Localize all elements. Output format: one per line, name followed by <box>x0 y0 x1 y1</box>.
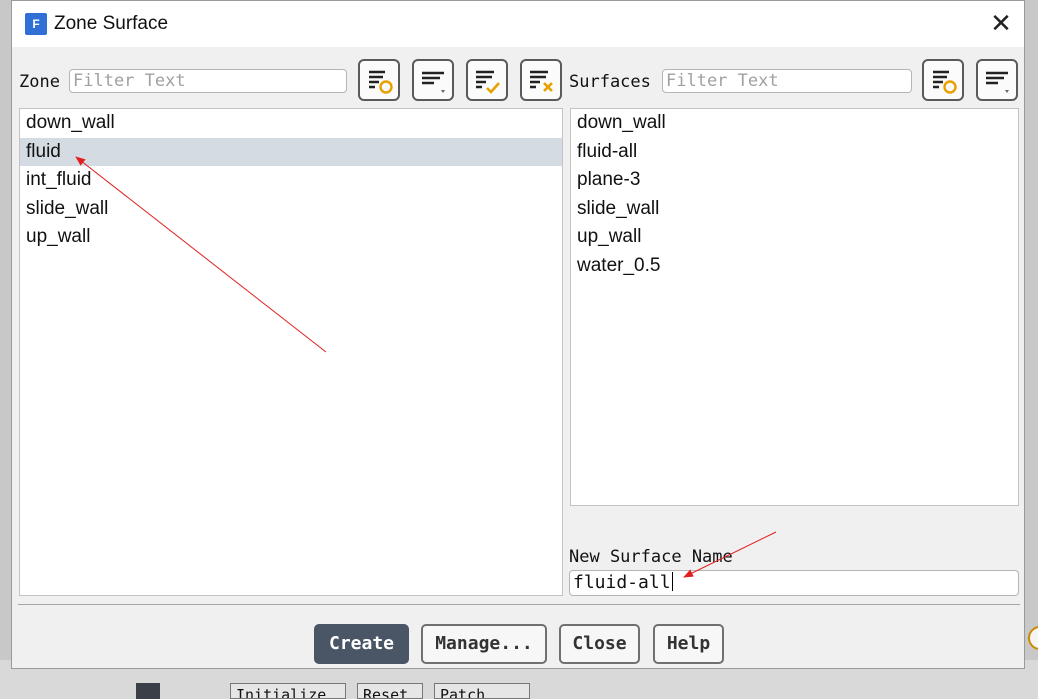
arrow-to-name-input <box>683 531 777 578</box>
arrow-to-fluid <box>75 156 327 353</box>
annotation-arrows <box>75 156 777 578</box>
